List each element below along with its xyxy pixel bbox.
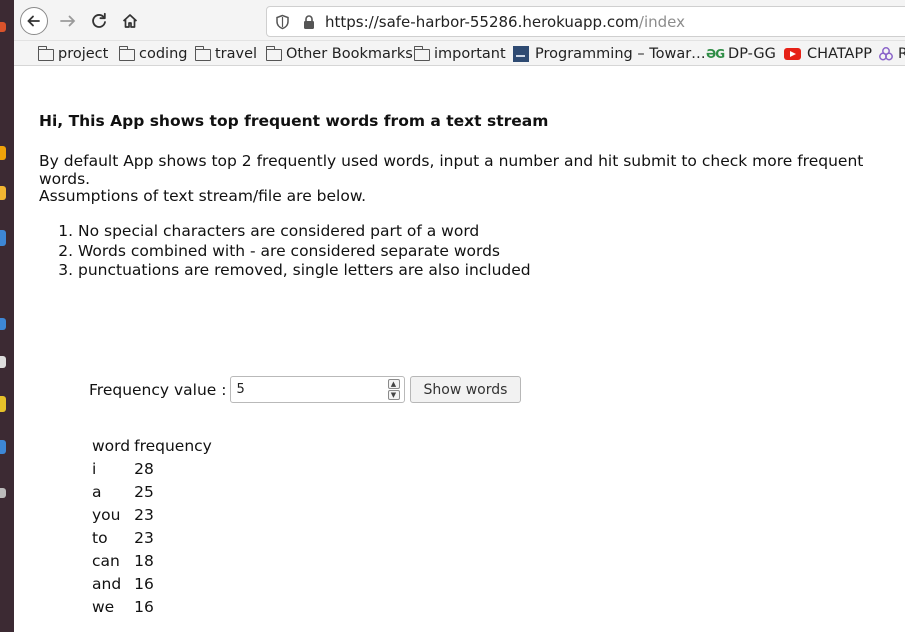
tds-icon xyxy=(513,45,529,62)
bookmark-label: Programming – Towar… xyxy=(535,45,706,62)
number-spinner: ▲ ▼ xyxy=(387,379,400,401)
address-bar[interactable]: https://safe-harbor-55286.herokuapp.com/… xyxy=(266,6,905,37)
url-text[interactable]: https://safe-harbor-55286.herokuapp.com/… xyxy=(325,13,685,31)
lock-icon[interactable] xyxy=(302,14,316,30)
dock-app-icon[interactable] xyxy=(0,318,6,330)
assumptions-list: No special characters are considered par… xyxy=(50,222,531,281)
table-row: you 23 xyxy=(91,503,213,526)
url-host: https://safe-harbor-55286.herokuapp.com xyxy=(325,13,639,31)
frequency-cell: 23 xyxy=(134,505,154,524)
bookmark-travel[interactable]: travel xyxy=(195,44,257,63)
dock-app-icon[interactable] xyxy=(0,146,6,160)
frequency-cell: 16 xyxy=(134,574,154,593)
reload-icon xyxy=(92,12,106,28)
browser-toolbar: https://safe-harbor-55286.herokuapp.com/… xyxy=(14,0,905,41)
word-cell: you xyxy=(92,505,121,524)
shield-icon[interactable] xyxy=(275,14,290,30)
url-path: /index xyxy=(638,13,685,31)
bookmark-important[interactable]: important xyxy=(414,44,506,63)
table-row: and 16 xyxy=(91,572,213,595)
bookmark-other-bookmarks[interactable]: Other Bookmarks xyxy=(266,44,413,63)
bookmarks-bar: project coding travel Other Bookmarks im… xyxy=(14,41,905,66)
assumptions-title: Assumptions of text stream/file are belo… xyxy=(39,187,367,205)
youtube-icon xyxy=(784,47,801,60)
desktop-dock xyxy=(0,0,14,632)
column-header-frequency: frequency xyxy=(134,437,212,455)
arrow-right-icon xyxy=(60,15,76,27)
reload-button[interactable] xyxy=(85,7,113,35)
bookmark-dp-gg[interactable]: ƏG DP-GG xyxy=(706,44,776,63)
page-content: Hi, This App shows top frequent words fr… xyxy=(14,67,905,632)
bookmark-coding[interactable]: coding xyxy=(119,44,187,63)
back-button[interactable] xyxy=(20,7,48,35)
decrement-button[interactable]: ▼ xyxy=(387,390,400,400)
table-header-row: word frequency xyxy=(91,435,213,457)
show-words-button[interactable]: Show words xyxy=(409,376,522,403)
dock-app-icon[interactable] xyxy=(0,356,6,368)
column-header-word: word xyxy=(92,437,131,455)
hub-icon xyxy=(879,46,893,60)
bookmark-label: important xyxy=(434,45,506,62)
bookmark-label: Other Bookmarks xyxy=(286,45,413,62)
table-row: i 28 xyxy=(91,457,213,480)
arrow-left-icon xyxy=(27,15,40,27)
frequency-label: Frequency value : xyxy=(89,380,227,399)
word-cell: we xyxy=(92,597,115,616)
frequency-cell: 16 xyxy=(134,597,154,616)
folder-icon xyxy=(38,45,54,61)
bookmark-label: travel xyxy=(215,45,258,62)
frequency-value: 5 xyxy=(236,382,245,397)
bookmark-project[interactable]: project xyxy=(38,44,108,63)
frequency-cell: 23 xyxy=(134,528,154,547)
word-cell: can xyxy=(92,551,120,570)
bookmark-label: DP-GG xyxy=(728,45,776,62)
word-cell: to xyxy=(92,528,108,547)
table-row: can 18 xyxy=(91,549,213,572)
bookmark-label: CHATAPP xyxy=(807,45,872,62)
forward-button[interactable] xyxy=(54,7,82,35)
list-item: Words combined with - are considered sep… xyxy=(78,242,531,262)
frequency-input[interactable]: 5 ▲ ▼ xyxy=(229,376,405,403)
list-item: No special characters are considered par… xyxy=(78,222,531,242)
dock-app-icon[interactable] xyxy=(0,440,6,454)
word-cell: a xyxy=(92,482,102,501)
frequency-table: word frequency i 28 a 25 you 23 to 23 ca xyxy=(89,435,215,618)
bookmark-label: coding xyxy=(139,45,188,62)
dock-app-icon[interactable] xyxy=(0,396,6,412)
frequency-cell: 28 xyxy=(134,459,154,478)
word-cell: and xyxy=(92,574,122,593)
word-cell: i xyxy=(92,459,97,478)
frequency-form: Frequency value : 5 ▲ ▼ Show words xyxy=(89,376,522,403)
table-row: we 16 xyxy=(91,595,213,618)
intro-text: By default App shows top 2 frequently us… xyxy=(39,152,864,188)
list-item: punctuations are removed, single letters… xyxy=(78,261,531,281)
folder-icon xyxy=(119,45,135,61)
dock-app-icon[interactable] xyxy=(0,186,6,200)
frequency-cell: 25 xyxy=(134,482,154,501)
home-icon xyxy=(122,14,138,28)
folder-icon xyxy=(414,45,430,61)
folder-icon xyxy=(266,45,282,61)
page-title: Hi, This App shows top frequent words fr… xyxy=(39,112,549,130)
table-row: to 23 xyxy=(91,526,213,549)
dock-app-icon[interactable] xyxy=(0,230,6,246)
bookmark-r[interactable]: R xyxy=(878,44,905,63)
gfg-icon: ƏG xyxy=(706,46,725,61)
table-row: a 25 xyxy=(91,480,213,503)
frequency-cell: 18 xyxy=(134,551,154,570)
increment-button[interactable]: ▲ xyxy=(387,379,400,389)
bookmark-label: R xyxy=(898,46,905,62)
bookmark-programming[interactable]: Programming – Towar… xyxy=(513,44,706,63)
dock-app-icon[interactable] xyxy=(0,22,6,32)
folder-icon xyxy=(195,45,211,61)
dock-app-icon[interactable] xyxy=(0,488,6,498)
bookmark-label: project xyxy=(58,45,109,62)
bookmark-chatapp[interactable]: CHATAPP xyxy=(784,44,872,63)
home-button[interactable] xyxy=(116,7,144,35)
